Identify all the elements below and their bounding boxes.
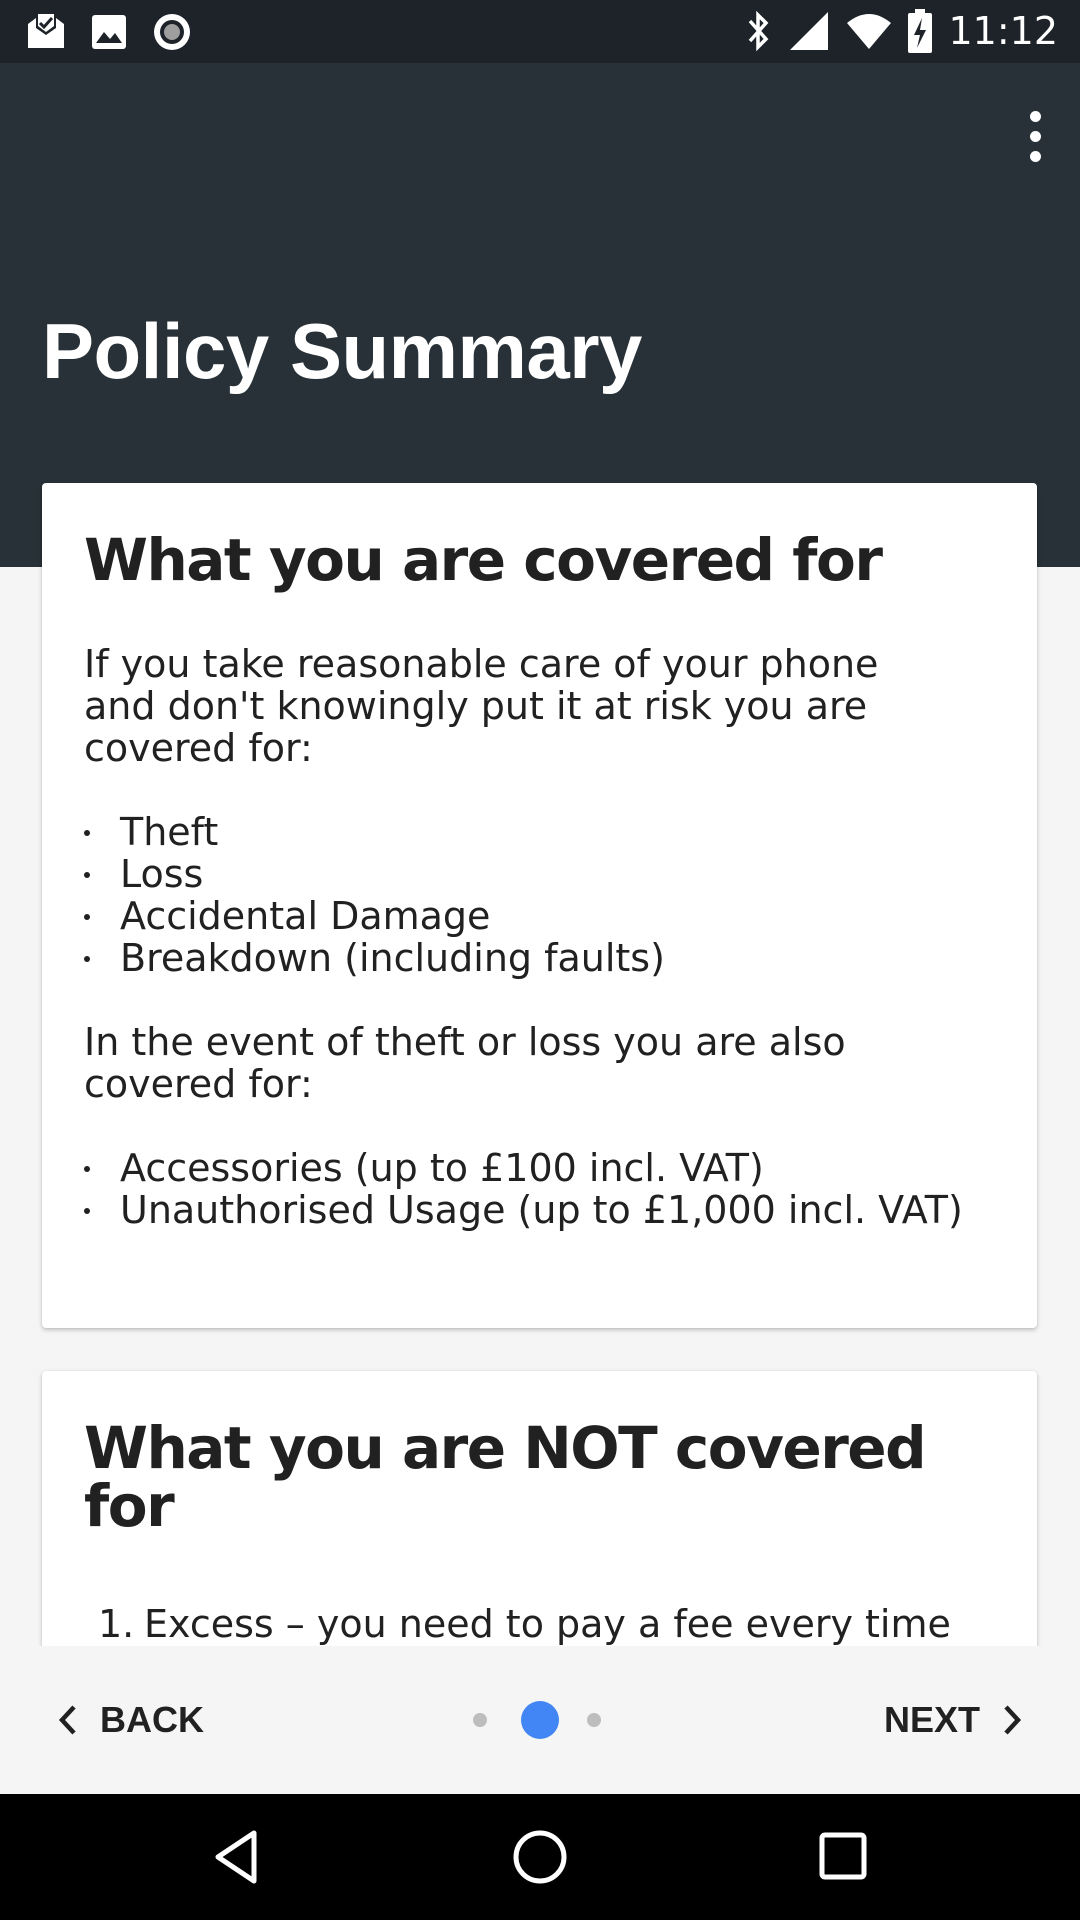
list-item-text: Excess – you need to pay a fee every tim…: [144, 1602, 957, 1646]
page-dot-active: [521, 1701, 559, 1739]
list-item: 1. Excess – you need to pay a fee every …: [84, 1603, 964, 1646]
page-indicator: [470, 1701, 610, 1739]
system-status-icons: 11:12: [728, 6, 1058, 56]
covered-intro: If you take reasonable care of your phon…: [84, 642, 879, 770]
home-circle-icon[interactable]: [510, 1827, 570, 1887]
next-button[interactable]: NEXT: [884, 1690, 1022, 1750]
back-label: BACK: [100, 1699, 204, 1740]
list-item: Breakdown (including faults): [84, 937, 995, 979]
signal-icon: [790, 12, 829, 50]
covered-extras-list: Accessories (up to £100 incl. VAT) Unaut…: [84, 1147, 995, 1231]
page-dot: [587, 1713, 601, 1727]
list-item: Accessories (up to £100 incl. VAT): [84, 1147, 995, 1189]
bluetooth-icon: [749, 10, 769, 52]
page-dot: [473, 1713, 487, 1727]
bottom-navigation: BACK NEXT: [0, 1646, 1080, 1794]
battery-charging-icon: [908, 9, 933, 53]
back-button[interactable]: BACK: [58, 1690, 204, 1750]
covered-list: Theft Loss Accidental Damage Breakdown (…: [84, 811, 995, 979]
back-triangle-icon[interactable]: [212, 1827, 260, 1887]
image-icon: [92, 15, 126, 49]
recents-square-icon[interactable]: [816, 1827, 872, 1887]
content-scroll-area[interactable]: What you are covered for If you take rea…: [0, 63, 1080, 1646]
clock: 11:12: [948, 9, 1058, 53]
system-navigation-bar: [0, 1794, 1080, 1920]
list-item: Theft: [84, 811, 995, 853]
list-item-number: 1.: [98, 1602, 135, 1646]
status-bar: 11:12: [0, 0, 1080, 63]
next-label: NEXT: [883, 1699, 980, 1740]
chevron-right-icon: [1004, 1705, 1022, 1735]
covered-extras-intro: In the event of theft or loss you are al…: [84, 1020, 846, 1106]
covered-card: What you are covered for If you take rea…: [42, 483, 1037, 1328]
not-covered-list: 1. Excess – you need to pay a fee every …: [84, 1603, 995, 1646]
covered-heading: What you are covered for: [84, 526, 883, 594]
notification-icons: [26, 12, 216, 52]
chevron-left-icon: [58, 1705, 76, 1735]
list-item: Unauthorised Usage (up to £1,000 incl. V…: [84, 1189, 995, 1231]
list-item: Accidental Damage: [84, 895, 995, 937]
record-icon: [154, 14, 190, 50]
not-covered-card: What you are NOT covered for 1. Excess –…: [42, 1371, 1037, 1646]
list-item: Loss: [84, 853, 995, 895]
not-covered-heading: What you are NOT covered for: [84, 1414, 927, 1540]
wifi-icon: [847, 14, 892, 49]
mail-icon: [28, 14, 64, 48]
